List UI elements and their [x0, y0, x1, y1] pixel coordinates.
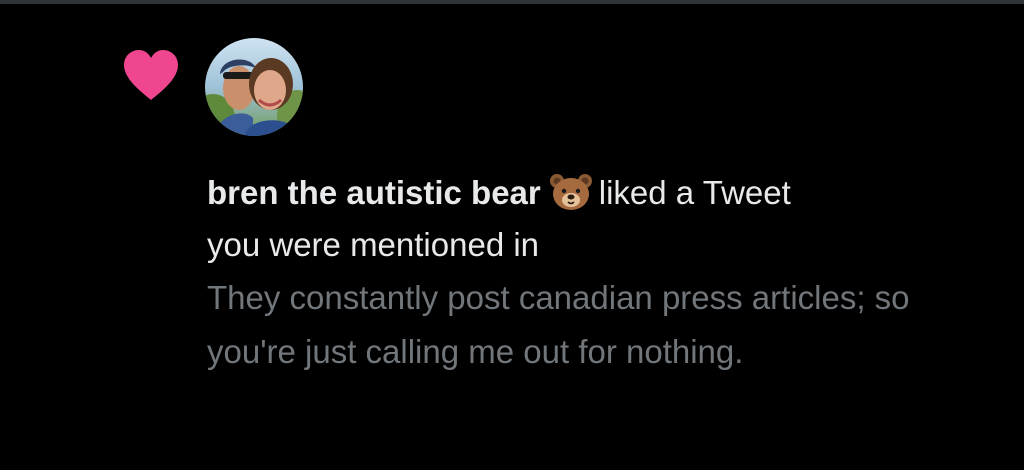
- action-text-2: you were mentioned in: [207, 226, 540, 263]
- avatar-photo: [205, 38, 303, 136]
- notification-text[interactable]: bren the autistic bear liked a Tweet you …: [207, 167, 1007, 379]
- action-text-1: liked a Tweet: [598, 174, 791, 211]
- heart-icon: [124, 50, 178, 100]
- author-name[interactable]: bren the autistic bear: [207, 174, 541, 211]
- like-notification[interactable]: bren the autistic bear liked a Tweet you …: [0, 4, 1024, 470]
- avatar[interactable]: [205, 38, 303, 136]
- notification-headline: bren the autistic bear liked a Tweet you …: [207, 167, 1007, 271]
- bear-face-emoji-icon: [549, 174, 592, 210]
- tweet-preview[interactable]: They constantly post canadian press arti…: [207, 271, 927, 379]
